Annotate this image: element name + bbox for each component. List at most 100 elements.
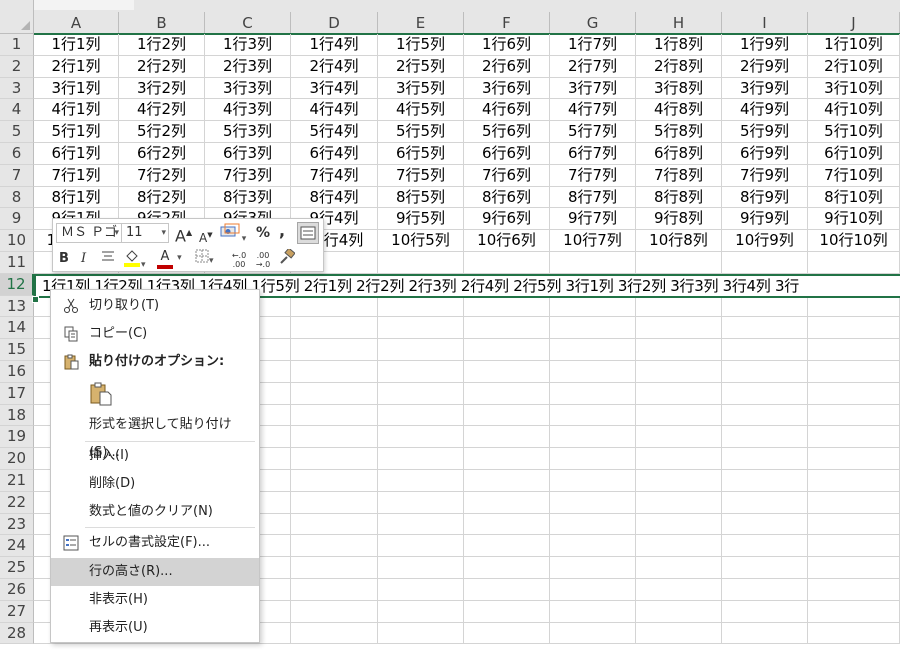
cell[interactable] bbox=[722, 317, 808, 340]
cell[interactable]: 2行7列 bbox=[550, 55, 636, 78]
cell[interactable]: 3行5列 bbox=[378, 77, 464, 100]
cell[interactable] bbox=[464, 600, 550, 623]
row-header[interactable]: 26 bbox=[0, 579, 34, 601]
cell[interactable] bbox=[378, 361, 464, 383]
cell[interactable] bbox=[291, 448, 378, 470]
cell[interactable]: 7行4列 bbox=[291, 164, 378, 187]
row-header[interactable]: 1 bbox=[0, 34, 34, 56]
cell[interactable]: 7行6列 bbox=[464, 164, 550, 187]
cell[interactable]: 6行3列 bbox=[205, 143, 291, 165]
row-header[interactable]: 3 bbox=[0, 77, 34, 100]
cell[interactable]: 8行3列 bbox=[205, 186, 291, 209]
cell[interactable]: 6行8列 bbox=[636, 143, 722, 165]
cell[interactable] bbox=[464, 579, 550, 601]
cell[interactable]: 1行10列 bbox=[808, 34, 900, 56]
cell[interactable]: 9行5列 bbox=[378, 208, 464, 231]
font-color-button[interactable]: A ▾ bbox=[157, 247, 182, 269]
cell[interactable] bbox=[378, 252, 464, 274]
menu-item-copy[interactable]: コピー(C) bbox=[51, 320, 259, 348]
font-size-box[interactable]: 11 ▾ bbox=[121, 223, 169, 243]
shrink-font-button[interactable]: A▼ bbox=[199, 225, 213, 248]
cell[interactable] bbox=[378, 557, 464, 579]
cell[interactable]: 6行2列 bbox=[119, 143, 205, 165]
cell[interactable]: 1行6列 bbox=[464, 34, 550, 56]
cell[interactable]: 4行4列 bbox=[291, 99, 378, 122]
cell[interactable] bbox=[722, 470, 808, 492]
menu-item-delete[interactable]: 削除(D) bbox=[51, 470, 259, 498]
cell[interactable]: 3行3列 bbox=[205, 77, 291, 100]
cell[interactable]: 1行3列 bbox=[205, 34, 291, 56]
cell[interactable]: 5行3列 bbox=[205, 121, 291, 143]
cell[interactable]: 6行7列 bbox=[550, 143, 636, 165]
cell[interactable]: 7行3列 bbox=[205, 164, 291, 187]
cell[interactable]: 7行1列 bbox=[34, 164, 119, 187]
menu-item-unhide[interactable]: 再表示(U) bbox=[51, 614, 259, 642]
cell[interactable] bbox=[636, 252, 722, 274]
row-header[interactable]: 25 bbox=[0, 557, 34, 579]
column-header[interactable]: B bbox=[119, 12, 205, 34]
bold-button[interactable]: B bbox=[59, 249, 69, 269]
cell[interactable] bbox=[550, 557, 636, 579]
row-header[interactable]: 19 bbox=[0, 426, 34, 449]
row-header[interactable]: 28 bbox=[0, 622, 34, 645]
cell[interactable] bbox=[464, 317, 550, 340]
row-header[interactable]: 8 bbox=[0, 186, 34, 209]
cell[interactable]: 10行9列 bbox=[722, 230, 808, 252]
cell[interactable] bbox=[550, 339, 636, 361]
cell[interactable] bbox=[378, 535, 464, 558]
comma-style-button[interactable]: , bbox=[279, 221, 285, 241]
cell[interactable] bbox=[722, 557, 808, 579]
cell[interactable] bbox=[378, 382, 464, 405]
cell[interactable] bbox=[550, 579, 636, 601]
cell[interactable] bbox=[808, 491, 900, 514]
grow-font-button[interactable]: A▲ bbox=[175, 223, 192, 246]
cell[interactable] bbox=[808, 579, 900, 601]
cell[interactable] bbox=[636, 491, 722, 514]
cell[interactable] bbox=[550, 491, 636, 514]
cell[interactable]: 2行9列 bbox=[722, 55, 808, 78]
cell[interactable]: 2行4列 bbox=[291, 55, 378, 78]
select-all-corner[interactable] bbox=[0, 0, 34, 34]
cell[interactable]: 2行6列 bbox=[464, 55, 550, 78]
cell[interactable] bbox=[722, 252, 808, 274]
cell[interactable] bbox=[636, 470, 722, 492]
cell[interactable]: 2行2列 bbox=[119, 55, 205, 78]
cell[interactable] bbox=[291, 535, 378, 558]
cell[interactable]: 5行4列 bbox=[291, 121, 378, 143]
cell[interactable] bbox=[378, 513, 464, 536]
cell[interactable] bbox=[808, 448, 900, 470]
cell[interactable] bbox=[808, 295, 900, 318]
cell[interactable] bbox=[808, 382, 900, 405]
cell[interactable] bbox=[550, 404, 636, 427]
row-header[interactable]: 6 bbox=[0, 143, 34, 165]
row-header[interactable]: 10 bbox=[0, 230, 34, 252]
cell[interactable]: 8行2列 bbox=[119, 186, 205, 209]
cell[interactable]: 8行8列 bbox=[636, 186, 722, 209]
row-header[interactable]: 20 bbox=[0, 448, 34, 470]
row-header[interactable]: 2 bbox=[0, 55, 34, 78]
cell[interactable] bbox=[550, 317, 636, 340]
row-header[interactable]: 11 bbox=[0, 252, 34, 274]
cell[interactable]: 4行10列 bbox=[808, 99, 900, 122]
cell[interactable] bbox=[550, 513, 636, 536]
cell[interactable] bbox=[378, 295, 464, 318]
menu-item-format-cells[interactable]: セルの書式設定(F)... bbox=[51, 529, 259, 557]
cell[interactable]: 9行8列 bbox=[636, 208, 722, 231]
cell[interactable]: 1行5列 bbox=[378, 34, 464, 56]
cell[interactable]: 4行3列 bbox=[205, 99, 291, 122]
cell[interactable] bbox=[636, 622, 722, 645]
cell[interactable]: 6行9列 bbox=[722, 143, 808, 165]
cell[interactable] bbox=[636, 426, 722, 449]
cell[interactable] bbox=[464, 426, 550, 449]
cell[interactable]: 3行7列 bbox=[550, 77, 636, 100]
cell[interactable]: 8行7列 bbox=[550, 186, 636, 209]
cell[interactable] bbox=[808, 535, 900, 558]
cell[interactable]: 5行8列 bbox=[636, 121, 722, 143]
cell[interactable] bbox=[722, 404, 808, 427]
cell[interactable] bbox=[378, 470, 464, 492]
fill-handle[interactable] bbox=[32, 296, 39, 303]
cell[interactable] bbox=[291, 557, 378, 579]
increase-decimal-button[interactable]: ←.0 .00 bbox=[229, 251, 249, 269]
cell[interactable] bbox=[464, 557, 550, 579]
column-header[interactable]: A bbox=[34, 12, 119, 34]
